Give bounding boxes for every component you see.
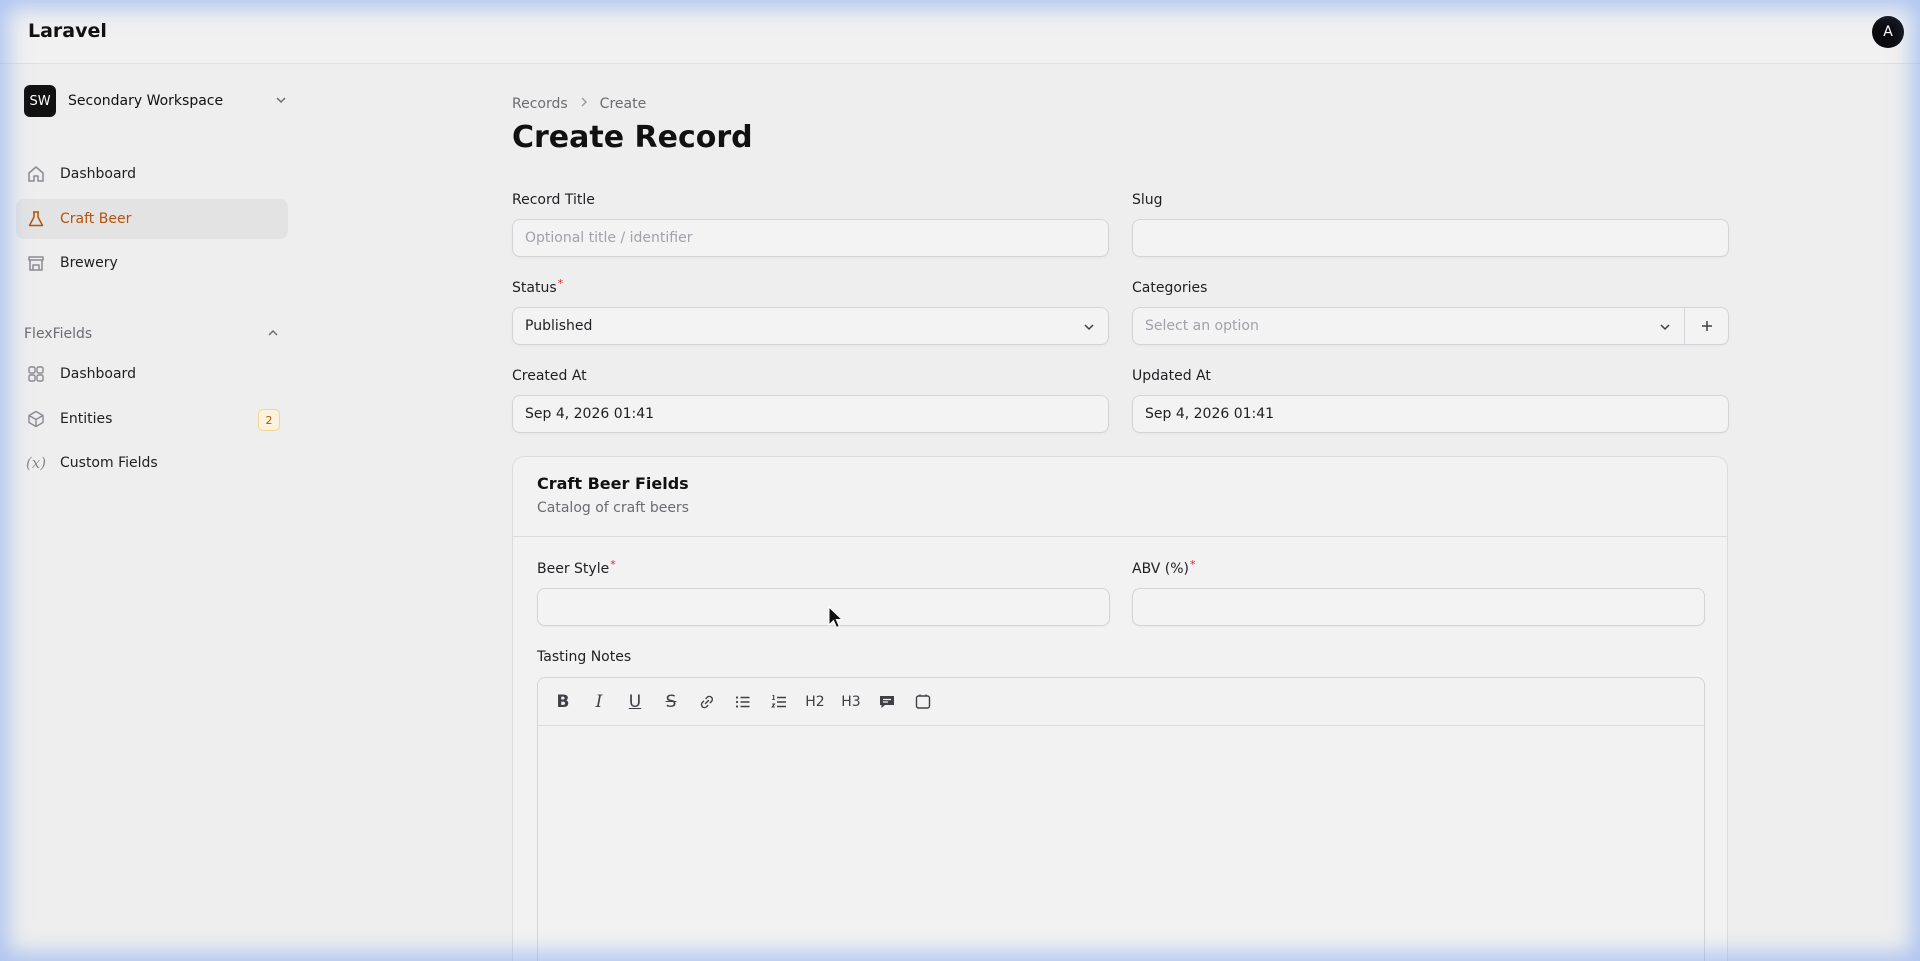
editor-toolbar: B I U S H2 H3 <box>538 678 1704 726</box>
required-asterisk: * <box>610 558 616 571</box>
chevron-up-icon <box>268 329 278 336</box>
chevron-down-icon <box>1084 324 1094 331</box>
building-icon <box>24 251 48 275</box>
workspace-switcher[interactable]: SW Secondary Workspace <box>24 84 296 118</box>
section-header: Craft Beer Fields Catalog of craft beers <box>513 457 1727 537</box>
abv-input[interactable] <box>1132 588 1705 626</box>
variable-icon: (x) <box>25 454 47 472</box>
sidebar-item-dashboard[interactable]: Dashboard <box>16 154 288 194</box>
record-title-label: Record Title <box>512 192 595 208</box>
home-icon <box>24 162 48 186</box>
sidebar-item-brewery[interactable]: Brewery <box>16 243 288 283</box>
status-select[interactable]: Published <box>512 307 1109 345</box>
grid-icon <box>24 362 48 386</box>
chevron-right-icon <box>578 96 590 112</box>
section-title: Craft Beer Fields <box>537 474 689 493</box>
record-title-input[interactable]: Optional title / identifier <box>512 219 1109 257</box>
updated-at-label: Updated At <box>1132 368 1211 384</box>
chevron-down-icon <box>276 97 286 104</box>
chevron-down-icon <box>1660 324 1670 331</box>
strikethrough-icon[interactable]: S <box>659 690 683 714</box>
beer-style-label: Beer Style* <box>537 558 616 577</box>
breadcrumb: Records Create <box>512 96 646 112</box>
sidebar-item-craft-beer[interactable]: Craft Beer <box>16 199 288 239</box>
sidebar: SW Secondary Workspace Dashboard Craft B… <box>0 64 300 961</box>
add-category-button[interactable] <box>1684 308 1728 344</box>
tasting-notes-label: Tasting Notes <box>537 649 632 665</box>
tasting-notes-editor[interactable]: B I U S H2 H3 <box>537 677 1705 961</box>
flexfields-group-toggle[interactable]: FlexFields <box>24 322 280 346</box>
categories-placeholder: Select an option <box>1145 318 1259 334</box>
craft-beer-fields-section: Craft Beer Fields Catalog of craft beers… <box>512 456 1728 961</box>
workspace-avatar: SW <box>24 85 56 117</box>
categories-label: Categories <box>1132 280 1208 296</box>
flask-icon <box>24 207 48 231</box>
sidebar-item-flexfields-dashboard[interactable]: Dashboard <box>16 354 288 394</box>
ordered-list-icon[interactable] <box>767 690 791 714</box>
code-block-icon[interactable] <box>911 690 935 714</box>
sidebar-item-label: Dashboard <box>60 366 136 382</box>
cube-icon <box>24 407 48 431</box>
abv-label-text: ABV (%) <box>1132 561 1190 577</box>
bullet-list-icon[interactable] <box>731 690 755 714</box>
heading-3-icon[interactable]: H3 <box>839 690 863 714</box>
underline-icon[interactable]: U <box>623 690 647 714</box>
updated-at-input[interactable]: Sep 4, 2026 01:41 <box>1132 395 1729 433</box>
status-label: Status* <box>512 277 564 296</box>
heading-2-icon[interactable]: H2 <box>803 690 827 714</box>
beer-style-input[interactable] <box>537 588 1110 626</box>
italic-icon[interactable]: I <box>587 690 611 714</box>
link-icon[interactable] <box>695 690 719 714</box>
created-at-label: Created At <box>512 368 587 384</box>
slug-input[interactable] <box>1132 219 1729 257</box>
user-avatar[interactable]: A <box>1872 16 1904 48</box>
sidebar-item-label: Dashboard <box>60 166 136 182</box>
created-at-input[interactable]: Sep 4, 2026 01:41 <box>512 395 1109 433</box>
sidebar-item-label: Craft Beer <box>60 211 132 227</box>
abv-label: ABV (%)* <box>1132 558 1196 577</box>
required-asterisk: * <box>1190 558 1196 571</box>
page-title: Create Record <box>512 120 753 155</box>
sidebar-item-label: Custom Fields <box>60 455 158 471</box>
bold-icon[interactable]: B <box>551 690 575 714</box>
sidebar-item-custom-fields[interactable]: (x) Custom Fields <box>16 443 288 483</box>
entities-count-badge: 2 <box>258 409 280 431</box>
beer-style-label-text: Beer Style <box>537 561 610 577</box>
workspace-name: Secondary Workspace <box>68 93 224 109</box>
status-value: Published <box>525 318 593 334</box>
categories-select[interactable]: Select an option <box>1132 307 1729 345</box>
sidebar-item-entities[interactable]: Entities 2 <box>16 399 288 439</box>
slug-label: Slug <box>1132 192 1163 208</box>
breadcrumb-records-link[interactable]: Records <box>512 96 568 112</box>
group-label: FlexFields <box>24 326 93 342</box>
mouse-cursor-icon <box>828 606 844 629</box>
sidebar-item-label: Brewery <box>60 255 118 271</box>
brand-logo[interactable]: Laravel <box>28 20 107 42</box>
sidebar-item-label: Entities <box>60 411 113 427</box>
breadcrumb-current: Create <box>599 96 647 112</box>
plus-icon <box>1701 321 1712 331</box>
status-label-text: Status <box>512 280 557 296</box>
blockquote-icon[interactable] <box>875 690 899 714</box>
top-bar: Laravel A <box>0 0 1920 64</box>
section-subtitle: Catalog of craft beers <box>537 500 689 516</box>
required-asterisk: * <box>557 277 564 290</box>
